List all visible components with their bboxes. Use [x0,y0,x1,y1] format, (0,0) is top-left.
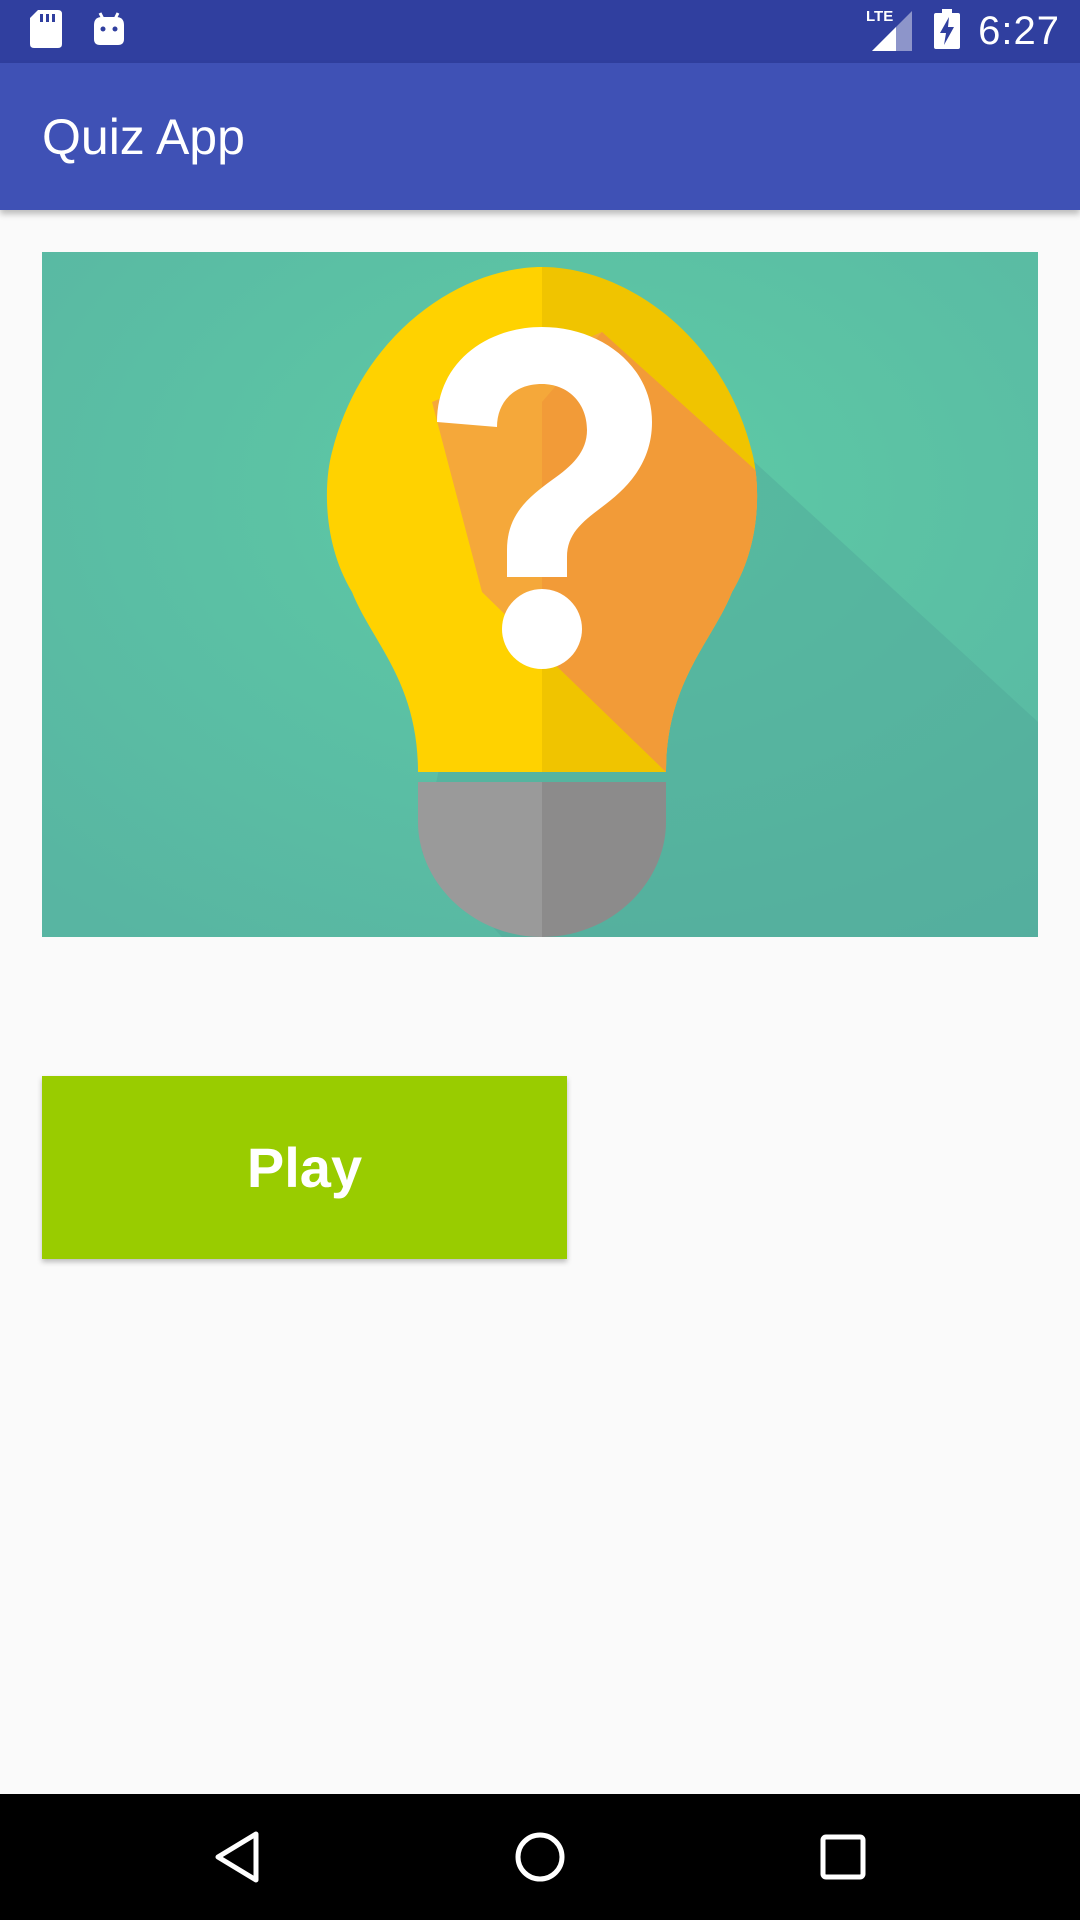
status-right: LTE 6:27 [866,0,1060,63]
app-title: Quiz App [42,109,245,165]
lightbulb-question-icon [42,252,1038,937]
lte-signal-icon: LTE [866,7,916,56]
svg-text:LTE: LTE [866,8,893,25]
screen: LTE 6:27 Quiz App Play [0,0,1080,1920]
status-time: 6:27 [978,9,1060,53]
home-icon[interactable] [505,1822,575,1892]
android-icon [92,11,126,52]
battery-charging-icon [934,9,961,54]
app-bar: Quiz App [0,63,1080,210]
back-icon[interactable] [202,1822,272,1892]
recents-icon[interactable] [808,1822,878,1892]
hero-image [42,252,1038,937]
play-button[interactable]: Play [42,1076,567,1259]
status-bar: LTE 6:27 [0,0,1080,63]
sd-card-icon [30,9,62,53]
status-left [30,9,126,53]
nav-bar [0,1794,1080,1920]
